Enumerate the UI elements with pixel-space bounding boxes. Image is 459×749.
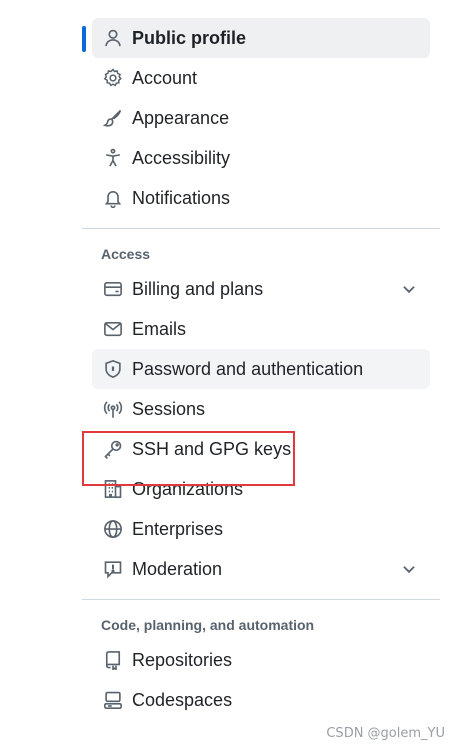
watermark: CSDN @golem_YU	[326, 726, 445, 741]
settings-page: Public profile Account Appearance Access…	[0, 0, 459, 749]
sidebar-item-password-and-authentication[interactable]: Password and authentication	[92, 349, 430, 389]
sidebar-divider	[82, 228, 440, 229]
sidebar-item-label: Moderation	[132, 558, 223, 579]
sidebar-item-moderation[interactable]: Moderation	[92, 549, 430, 589]
mail-icon	[102, 318, 124, 340]
sidebar-item-notifications[interactable]: Notifications	[92, 178, 430, 218]
sidebar-item-label: Public profile	[132, 27, 247, 48]
broadcast-icon	[102, 398, 124, 420]
section-heading-code-planning-automation: Code, planning, and automation	[101, 617, 315, 633]
sidebar-item-label: Accessibility	[132, 147, 231, 168]
sidebar-item-sessions[interactable]: Sessions	[92, 389, 430, 429]
sidebar-item-account[interactable]: Account	[92, 58, 430, 98]
repo-icon	[102, 649, 124, 671]
bell-icon	[102, 187, 124, 209]
sidebar-item-label: Sessions	[132, 398, 206, 419]
sidebar-item-label: Emails	[132, 318, 187, 339]
gear-icon	[102, 67, 124, 89]
sidebar-divider	[82, 599, 440, 600]
sidebar-item-emails[interactable]: Emails	[92, 309, 430, 349]
sidebar-item-codespaces[interactable]: Codespaces	[92, 680, 430, 720]
sidebar-item-enterprises[interactable]: Enterprises	[92, 509, 430, 549]
sidebar-item-label: Enterprises	[132, 518, 224, 539]
sidebar-item-label: Codespaces	[132, 689, 233, 710]
annotation-highlight-box	[82, 431, 295, 486]
sidebar-item-public-profile[interactable]: Public profile	[82, 18, 430, 58]
sidebar-item-label: Notifications	[132, 187, 231, 208]
section-heading-access: Access	[101, 246, 151, 262]
sidebar-item-accessibility[interactable]: Accessibility	[92, 138, 430, 178]
person-icon	[102, 27, 124, 49]
sidebar-item-label: Repositories	[132, 649, 233, 670]
shield-lock-icon	[102, 358, 124, 380]
sidebar-item-appearance[interactable]: Appearance	[92, 98, 430, 138]
report-icon	[102, 558, 124, 580]
sidebar-item-label: Billing and plans	[132, 278, 264, 299]
paintbrush-icon	[102, 107, 124, 129]
sidebar-item-billing-and-plans[interactable]: Billing and plans	[92, 269, 430, 309]
chevron-down-icon[interactable]	[400, 280, 418, 298]
sidebar-item-label: Password and authentication	[132, 358, 364, 379]
chevron-down-icon[interactable]	[400, 560, 418, 578]
globe-icon	[102, 518, 124, 540]
credit-card-icon	[102, 278, 124, 300]
accessibility-icon	[102, 147, 124, 169]
sidebar-item-repositories[interactable]: Repositories	[92, 640, 430, 680]
settings-sidebar: Public profile Account Appearance Access…	[82, 18, 440, 720]
active-indicator	[82, 26, 86, 52]
sidebar-item-label: Appearance	[132, 107, 230, 128]
codespaces-icon	[102, 689, 124, 711]
sidebar-item-label: Account	[132, 67, 198, 88]
